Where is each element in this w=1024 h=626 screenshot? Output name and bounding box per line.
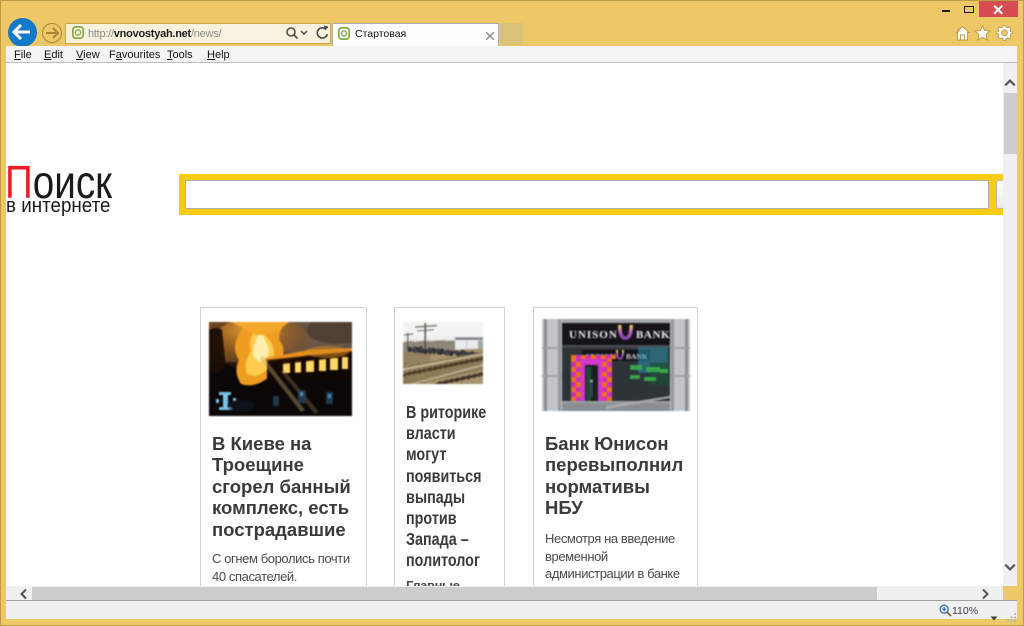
svg-text:BANK: BANK	[636, 329, 670, 341]
svg-text:UNISON: UNISON	[569, 329, 618, 341]
